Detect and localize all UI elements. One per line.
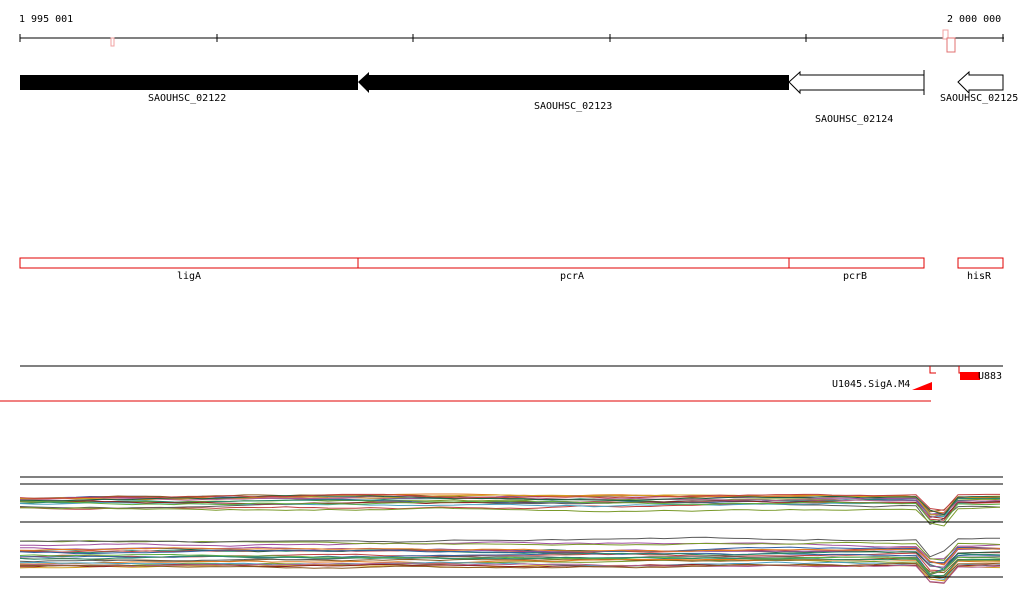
gene-track: SAOUHSC_02122 SAOUHSC_02123 SAOUHSC_0212… (20, 70, 1018, 125)
gene-box-pcra[interactable] (357, 257, 790, 269)
promoter-marker-u1045[interactable] (929, 366, 936, 374)
expression-profile-line (19, 502, 1001, 521)
ruler-marker[interactable] (946, 37, 956, 53)
expression-profile-line (20, 536, 1000, 558)
promoter-label-u883: U883 (978, 371, 1002, 382)
gene-name-hisr: hisR (967, 271, 992, 282)
gene-name-liga: ligA (177, 271, 201, 282)
gene-box-hisr[interactable] (957, 257, 1004, 269)
gene-box-liga[interactable] (19, 257, 359, 269)
ruler-marker[interactable] (110, 37, 115, 47)
genome-browser-view: 1 995 001 2 000 000 SAOUHSC_02122 SAOUHS… (0, 14, 1018, 584)
gene-label-saouhsc-02124: SAOUHSC_02124 (815, 114, 893, 125)
gene-arrow-saouhsc-02122[interactable] (20, 75, 358, 90)
ruler-end-label: 2 000 000 (947, 14, 1001, 25)
gene-box-pcrb[interactable] (788, 257, 925, 269)
expression-profiles-upper (19, 493, 1001, 527)
gene-label-saouhsc-02122: SAOUHSC_02122 (148, 93, 226, 104)
gene-arrow-saouhsc-02124[interactable] (788, 70, 925, 95)
expression-track (19, 476, 1003, 584)
gene-label-saouhsc-02125: SAOUHSC_02125 (940, 93, 1018, 104)
promoter-block-u883[interactable] (960, 372, 980, 380)
regulatory-track: U1045.SigA.M4 U883 (0, 365, 1003, 402)
ruler-start-label: 1 995 001 (19, 14, 73, 25)
promoter-marker-u883[interactable] (958, 366, 966, 374)
gene-label-saouhsc-02123: SAOUHSC_02123 (534, 101, 612, 112)
gene-name-pcrb: pcrB (843, 271, 867, 282)
gene-arrow-saouhsc-02125[interactable] (957, 70, 1004, 95)
promoter-label-u1045: U1045.SigA.M4 (832, 379, 910, 390)
promoter-triangle-u1045[interactable] (912, 382, 932, 390)
expression-profile-line (19, 506, 1001, 527)
coordinate-ruler: 1 995 001 2 000 000 (19, 14, 1004, 53)
expression-profiles-lower (19, 536, 1001, 584)
expression-profile-line (19, 501, 1001, 526)
gene-arrow-saouhsc-02123[interactable] (358, 72, 789, 93)
gene-name-track: ligA pcrA pcrB hisR (19, 257, 1004, 282)
gene-name-pcra: pcrA (560, 271, 584, 282)
